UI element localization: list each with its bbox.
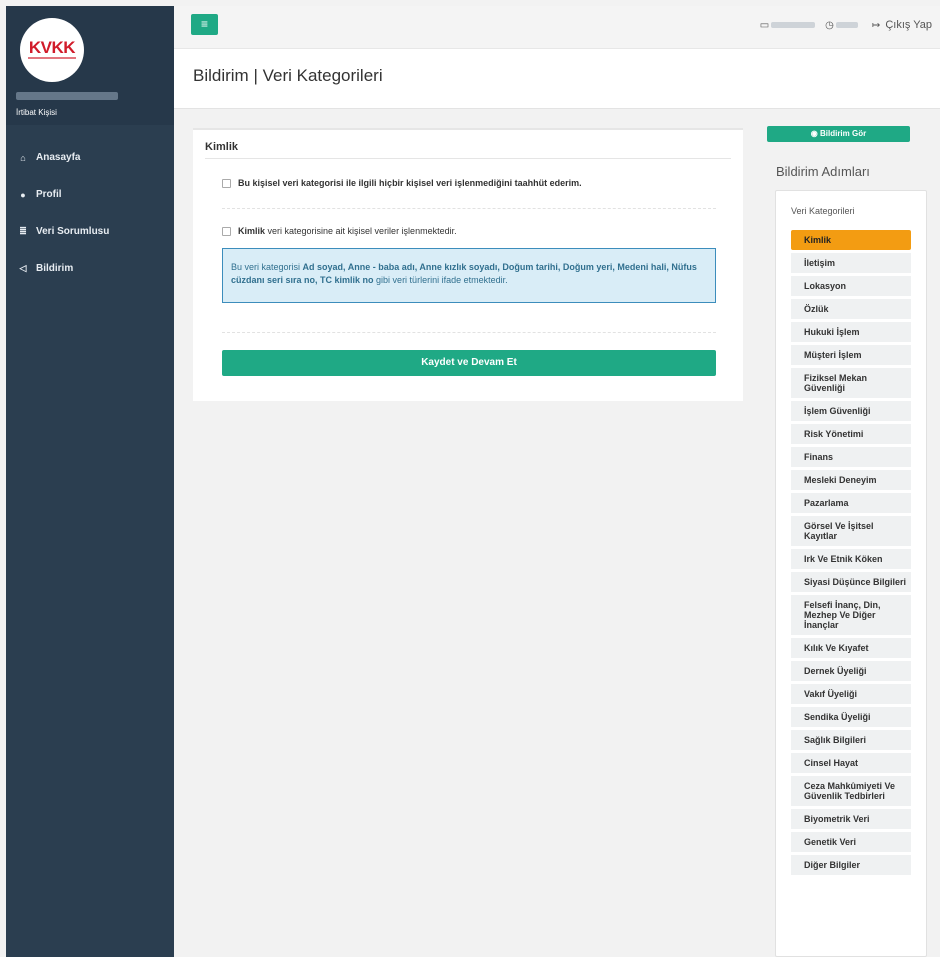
logout-link[interactable]: ↦ Çıkış Yap xyxy=(872,19,932,31)
sidebar-item-veri-sorumlusu[interactable]: ≣ Veri Sorumlusu xyxy=(6,213,174,250)
step-item[interactable]: Lokasyon xyxy=(791,276,911,296)
info-box: Bu veri kategorisi Ad soyad, Anne - baba… xyxy=(222,248,716,303)
step-item[interactable]: İşlem Güvenliği xyxy=(791,401,911,421)
divider xyxy=(222,332,716,333)
step-item[interactable]: Cinsel Hayat xyxy=(791,753,911,773)
processing-label: veri kategorisine ait kişisel veriler iş… xyxy=(265,226,457,236)
step-item[interactable]: Risk Yönetimi xyxy=(791,424,911,444)
step-item[interactable]: Dernek Üyeliği xyxy=(791,661,911,681)
step-item[interactable]: Vakıf Üyeliği xyxy=(791,684,911,704)
menu-toggle-button[interactable]: ≡ xyxy=(191,14,218,35)
clock-icon: ◷ xyxy=(825,19,834,31)
step-item[interactable]: Özlük xyxy=(791,299,911,319)
view-notification-button[interactable]: ◉ Bildirim Gör xyxy=(767,126,910,142)
category-name: Kimlik xyxy=(238,226,266,236)
sign-out-icon: ↦ xyxy=(871,20,881,31)
user-icon: ● xyxy=(20,189,26,200)
step-item[interactable]: Diğer Bilgiler xyxy=(791,855,911,875)
steps-title: Bildirim Adımları xyxy=(776,164,870,179)
step-item[interactable]: Felsefi İnanç, Din, Mezhep Ve Diğer İnan… xyxy=(791,595,911,635)
sidebar-nav: ⌂ Anasayfa ● Profil ≣ Veri Sorumlusu ◁ B… xyxy=(6,139,174,287)
step-item[interactable]: Kılık Ve Kıyafet xyxy=(791,638,911,658)
view-notification-label: Bildirim Gör xyxy=(819,129,867,138)
step-item[interactable]: Ceza Mahkûmiyeti Ve Güvenlik Tedbirleri xyxy=(791,776,911,806)
step-item[interactable]: Müşteri İşlem xyxy=(791,345,911,365)
step-item[interactable]: Genetik Veri xyxy=(791,832,911,852)
step-item[interactable]: Siyasi Düşünce Bilgileri xyxy=(791,572,911,592)
step-item[interactable]: Biyometrik Veri xyxy=(791,809,911,829)
sidebar-item-bildirim[interactable]: ◁ Bildirim xyxy=(6,250,174,287)
sidebar-item-label: Bildirim xyxy=(36,263,74,274)
step-item[interactable]: Fiziksel Mekan Güvenliği xyxy=(791,368,911,398)
step-item[interactable]: Sendika Üyeliği xyxy=(791,707,911,727)
calendar-icon: ▭ xyxy=(759,19,770,31)
logo-text: KVKK xyxy=(28,38,76,57)
logout-label: Çıkış Yap xyxy=(885,19,932,31)
no-processing-checkbox[interactable] xyxy=(222,178,231,188)
no-processing-label: Bu kişisel veri kategorisi ile ilgili hi… xyxy=(238,178,582,188)
step-item[interactable]: İletişim xyxy=(791,253,911,273)
database-icon: ≣ xyxy=(19,226,27,236)
home-icon: ⌂ xyxy=(20,152,26,163)
divider xyxy=(222,208,716,209)
step-item[interactable]: Pazarlama xyxy=(791,493,911,513)
step-item[interactable]: Sağlık Bilgileri xyxy=(791,730,911,750)
panel-title: Kimlik xyxy=(205,141,239,153)
time-redacted xyxy=(835,22,858,28)
topbar-right: ▭ ◷ ↦ Çıkış Yap xyxy=(760,19,932,31)
divider xyxy=(205,158,731,159)
sidebar-item-label: Profil xyxy=(36,189,62,200)
eye-icon: ◉ xyxy=(810,129,820,138)
sidebar-item-label: Veri Sorumlusu xyxy=(36,226,110,237)
sidebar-item-profil[interactable]: ● Profil xyxy=(6,176,174,213)
save-and-continue-button[interactable]: Kaydet ve Devam Et xyxy=(222,350,716,376)
hamburger-icon: ≡ xyxy=(200,17,208,31)
sidebar-item-label: Anasayfa xyxy=(36,152,81,163)
processing-checkbox[interactable] xyxy=(222,226,231,236)
step-item[interactable]: Mesleki Deneyim xyxy=(791,470,911,490)
steps-box: Veri Kategorileri Kimlik İletişim Lokasyon… xyxy=(775,190,927,957)
steps-list: Kimlik İletişim Lokasyon Özlük Hukuki İşlem M… xyxy=(791,230,911,878)
user-name-redacted xyxy=(16,92,118,100)
info-suffix: gibi veri türlerini ifade etmektedir. xyxy=(373,275,508,285)
processing-row: Kimlik veri kategorisine ait kişisel ver… xyxy=(222,226,457,236)
user-role: İrtibat Kişisi xyxy=(16,108,57,117)
bullhorn-icon: ◁ xyxy=(19,263,27,273)
step-item[interactable]: Finans xyxy=(791,447,911,467)
date-redacted xyxy=(771,22,816,28)
sidebar-item-anasayfa[interactable]: ⌂ Anasayfa xyxy=(6,139,174,176)
step-item[interactable]: Hukuki İşlem xyxy=(791,322,911,342)
page-title: Bildirim | Veri Kategorileri xyxy=(193,66,383,85)
steps-subtitle: Veri Kategorileri xyxy=(791,206,855,216)
sidebar: KVKK İrtibat Kişisi ⌂ Anasayfa ● Profil … xyxy=(6,6,174,957)
category-panel: Kimlik Bu kişisel veri kategorisi ile il… xyxy=(193,128,743,401)
sidebar-profile: KVKK İrtibat Kişisi xyxy=(6,6,174,125)
no-processing-row: Bu kişisel veri kategorisi ile ilgili hi… xyxy=(222,178,582,188)
kvkk-logo: KVKK xyxy=(20,18,84,82)
step-item[interactable]: Görsel Ve İşitsel Kayıtlar xyxy=(791,516,911,546)
step-item[interactable]: Irk Ve Etnik Köken xyxy=(791,549,911,569)
info-prefix: Bu veri kategorisi xyxy=(231,262,303,272)
page-header: Bildirim | Veri Kategorileri xyxy=(174,49,940,109)
step-item[interactable]: Kimlik xyxy=(791,230,911,250)
topbar: ≡ ▭ ◷ ↦ Çıkış Yap xyxy=(174,6,940,49)
logo-underline xyxy=(28,57,76,59)
